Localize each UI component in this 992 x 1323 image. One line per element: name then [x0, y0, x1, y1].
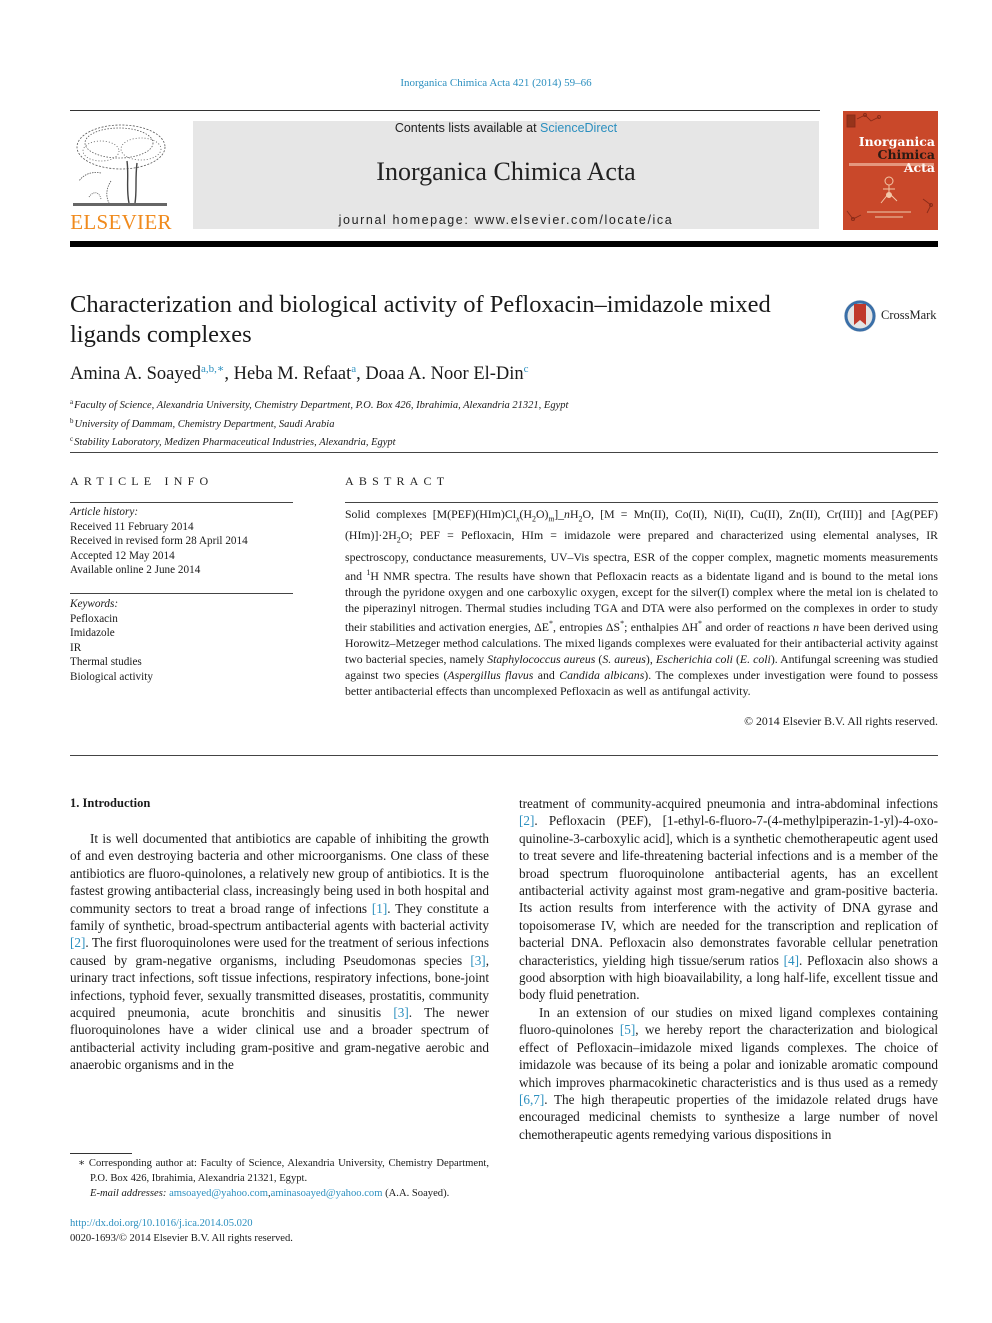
- crossmark-label: CrossMark: [881, 308, 937, 322]
- abstract-rule: [345, 502, 938, 503]
- reference-link[interactable]: [5]: [620, 1022, 635, 1037]
- article-info-rule: [70, 593, 293, 594]
- affiliations: aFaculty of Science, Alexandria Universi…: [70, 395, 568, 451]
- reference-link[interactable]: [3]: [393, 1005, 408, 1020]
- paragraph: In an extension of our studies on mixed …: [519, 1004, 938, 1142]
- history-item: Available online 2 June 2014: [70, 564, 201, 577]
- abstract-text: Solid complexes [M(PEF)(HIm)Clx(H2O)m]_n…: [345, 507, 939, 698]
- crossmark-button[interactable]: CrossMark: [843, 299, 943, 333]
- keywords: Keywords: Pefloxacin Imidazole IR Therma…: [70, 597, 153, 685]
- keywords-label: Keywords:: [70, 598, 119, 610]
- journal-citation-link[interactable]: Inorganica Chimica Acta 421 (2014) 59–66: [0, 77, 992, 89]
- email-link[interactable]: aminasoayed@yahoo.com: [271, 1188, 383, 1199]
- elsevier-wordmark: ELSEVIER: [70, 210, 172, 234]
- abstract-heading: ABSTRACT: [345, 474, 450, 488]
- author-affiliation-marks[interactable]: a,b,∗: [201, 363, 224, 375]
- affiliation-item: bUniversity of Dammam, Chemistry Departm…: [70, 416, 335, 430]
- article-history-label: Article history:: [70, 506, 139, 518]
- section-heading-introduction: 1. Introduction: [70, 796, 151, 810]
- author-name[interactable]: Heba M. Refaat: [234, 364, 352, 384]
- article-info-rule: [70, 502, 293, 503]
- reference-link[interactable]: [2]: [70, 935, 85, 950]
- reference-link[interactable]: [4]: [784, 953, 799, 968]
- author-name[interactable]: Amina A. Soayed: [70, 364, 201, 384]
- history-item: Received in revised form 28 April 2014: [70, 535, 248, 548]
- paragraph: It is well documented that antibiotics a…: [70, 831, 489, 1073]
- sciencedirect-link[interactable]: ScienceDirect: [540, 121, 617, 135]
- keyword-item: Biological activity: [70, 670, 153, 683]
- journal-cover-image[interactable]: Inorganica Chimica Acta: [843, 111, 938, 230]
- abstract-copyright: © 2014 Elsevier B.V. All rights reserved…: [744, 714, 938, 728]
- reference-link[interactable]: [6,7]: [519, 1092, 544, 1107]
- doi-block: http://dx.doi.org/10.1016/j.ica.2014.05.…: [70, 1216, 293, 1246]
- paragraph: treatment of community-acquired pneumoni…: [519, 796, 939, 1003]
- journal-homepage[interactable]: journal homepage: www.elsevier.com/locat…: [193, 213, 819, 227]
- affiliation-item: cStability Laboratory, Medizen Pharmaceu…: [70, 435, 396, 448]
- footnote-rule: [70, 1153, 132, 1154]
- author-affiliation-marks[interactable]: c: [524, 363, 529, 375]
- body-column-right: treatment of community-acquired pneumoni…: [519, 795, 938, 1143]
- author-list: Amina A. Soayeda,b,∗, Heba M. Refaata, D…: [70, 363, 529, 384]
- header-thick-rule: [70, 241, 938, 247]
- elsevier-logo[interactable]: ELSEVIER: [68, 117, 174, 234]
- cover-title-line2: Chimica Acta: [877, 147, 935, 175]
- keyword-item: Thermal studies: [70, 656, 142, 669]
- keyword-item: Imidazole: [70, 627, 115, 640]
- section-rule: [70, 452, 938, 453]
- corresponding-author-footnote: ∗ Corresponding author at: Faculty of Sc…: [78, 1158, 489, 1199]
- history-item: Received 11 February 2014: [70, 520, 194, 533]
- crossmark-icon: [844, 300, 876, 332]
- journal-title: Inorganica Chimica Acta: [376, 157, 636, 186]
- doi-link[interactable]: http://dx.doi.org/10.1016/j.ica.2014.05.…: [70, 1218, 253, 1229]
- journal-masthead: Contents lists available at ScienceDirec…: [193, 121, 819, 229]
- cover-subtitle: [849, 163, 934, 166]
- reference-link[interactable]: [1]: [372, 901, 387, 916]
- article-title: Characterization and biological activity…: [70, 291, 771, 348]
- history-item: Accepted 12 May 2014: [70, 549, 175, 562]
- affiliation-item: aFaculty of Science, Alexandria Universi…: [70, 398, 569, 411]
- author-name[interactable]: Doaa A. Noor El-Din: [365, 364, 523, 384]
- reference-link[interactable]: [3]: [470, 953, 485, 968]
- contents-availability: Contents lists available at ScienceDirec…: [394, 121, 618, 135]
- email-link[interactable]: amsoayed@yahoo.com: [169, 1188, 268, 1199]
- elsevier-tree-icon: [73, 124, 167, 206]
- header-rule: [70, 110, 820, 111]
- issn-copyright: 0020-1693/© 2014 Elsevier B.V. All right…: [70, 1233, 293, 1244]
- body-rule: [70, 755, 938, 756]
- keyword-item: IR: [70, 641, 82, 654]
- article-history: Article history: Received 11 February 20…: [70, 505, 248, 578]
- reference-link[interactable]: [2]: [519, 813, 534, 828]
- body-column-left: It is well documented that antibiotics a…: [70, 830, 489, 1074]
- keyword-item: Pefloxacin: [70, 612, 118, 625]
- article-info-heading: ARTICLE INFO: [70, 474, 214, 488]
